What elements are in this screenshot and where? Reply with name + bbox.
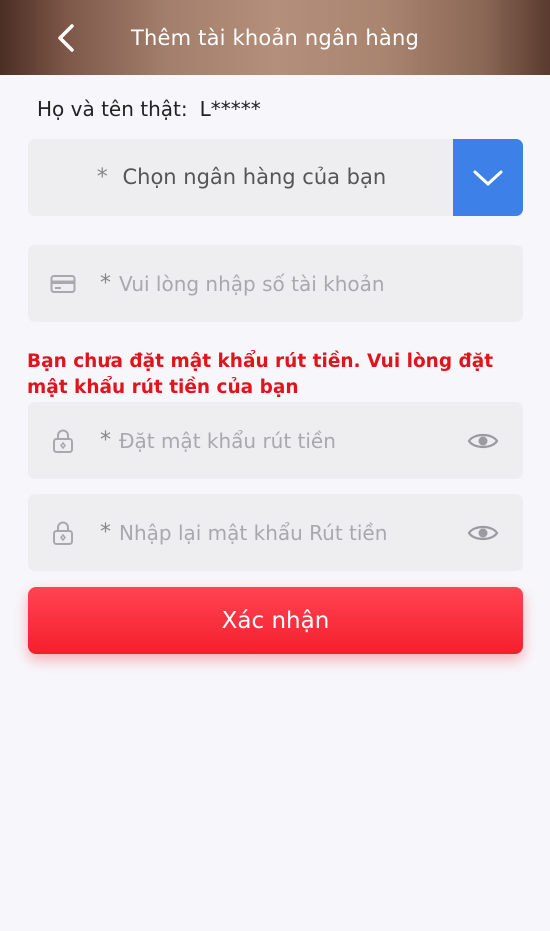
header-bar: Thêm tài khoản ngân hàng [0, 0, 550, 75]
lock-icon [53, 429, 73, 453]
bank-select-label-wrap: * Chọn ngân hàng của bạn [28, 165, 523, 190]
confirm-withdraw-password-field[interactable]: * [28, 494, 523, 571]
bank-select[interactable]: * Chọn ngân hàng của bạn [28, 139, 523, 216]
required-mark: * [100, 520, 111, 545]
required-mark: * [96, 165, 108, 190]
confirm-withdraw-password-input[interactable] [119, 520, 443, 545]
account-number-input[interactable] [119, 271, 523, 296]
required-mark: * [100, 271, 111, 296]
eye-icon [467, 433, 499, 448]
toggle-visibility-button[interactable] [443, 522, 523, 544]
card-icon [50, 274, 76, 293]
back-button[interactable] [46, 18, 86, 58]
bank-select-label: Chọn ngân hàng của bạn [122, 165, 387, 189]
real-name-row: Họ và tên thật: L***** [37, 97, 261, 121]
warning-message: Bạn chưa đặt mật khẩu rút tiền. Vui lòng… [27, 351, 494, 398]
eye-icon [467, 525, 499, 540]
real-name-value: L***** [199, 97, 261, 121]
lock-icon-wrap [28, 428, 98, 454]
withdraw-password-field[interactable]: * [28, 402, 523, 479]
withdraw-password-input[interactable] [119, 428, 443, 453]
page-title: Thêm tài khoản ngân hàng [130, 25, 420, 50]
card-icon-wrap [28, 274, 98, 294]
chevron-left-icon [58, 24, 74, 52]
real-name-label: Họ và tên thật: [37, 97, 188, 121]
confirm-button[interactable]: Xác nhận [28, 587, 523, 654]
lock-icon-wrap [28, 520, 98, 546]
toggle-visibility-button[interactable] [443, 430, 523, 452]
lock-icon [53, 521, 73, 545]
chevron-down-icon [473, 170, 503, 185]
required-mark: * [100, 428, 111, 453]
bank-dropdown-button[interactable] [453, 139, 523, 216]
account-number-field[interactable]: * [28, 245, 523, 322]
